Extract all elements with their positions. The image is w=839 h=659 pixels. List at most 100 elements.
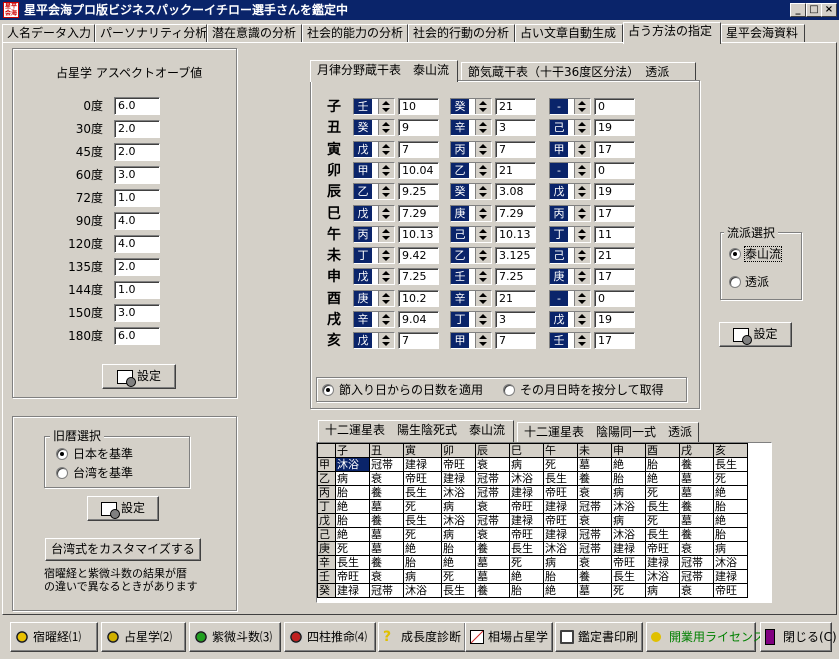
- days-input[interactable]: 17: [594, 332, 635, 350]
- tab-subconscious[interactable]: 潜在意識の分析: [207, 24, 302, 43]
- days-input[interactable]: 10.2: [398, 289, 439, 307]
- unsei-cell[interactable]: 胎: [713, 499, 748, 514]
- spin-arrows-icon[interactable]: [574, 141, 590, 157]
- days-input[interactable]: 7.29: [398, 204, 439, 222]
- stem-spinner[interactable]: 癸: [353, 119, 395, 137]
- spin-arrows-icon[interactable]: [378, 290, 394, 306]
- stem-spinner[interactable]: 辛: [353, 311, 395, 328]
- spin-arrows-icon[interactable]: [378, 333, 394, 349]
- growth-diagnosis-button[interactable]: ? 成長度診断: [378, 622, 466, 652]
- unsei-cell[interactable]: 胎: [645, 457, 680, 472]
- tab-zokan-toha[interactable]: 節気蔵干表（十干36度区分法） 透派: [461, 62, 696, 82]
- shibi-button[interactable]: 紫微斗数⑶: [189, 622, 281, 652]
- unsei-cell[interactable]: 建禄: [543, 527, 578, 542]
- maximize-button[interactable]: □: [806, 3, 822, 17]
- unsei-cell[interactable]: 帝旺: [509, 527, 544, 542]
- unsei-cell[interactable]: 墓: [577, 457, 612, 472]
- spin-arrows-icon[interactable]: [574, 120, 590, 136]
- unsei-cell[interactable]: 養: [577, 569, 612, 584]
- days-input[interactable]: 7: [495, 332, 536, 350]
- unsei-cell[interactable]: 衰: [679, 583, 714, 598]
- stem-spinner[interactable]: 戊: [549, 183, 591, 201]
- stem-spinner[interactable]: 丁: [549, 225, 591, 243]
- stem-spinner[interactable]: 己: [549, 119, 591, 137]
- license-button[interactable]: 開業用ライセンス: [646, 622, 765, 652]
- stem-spinner[interactable]: 庚: [353, 289, 395, 307]
- unsei-cell[interactable]: 衰: [475, 457, 510, 472]
- unsei-cell[interactable]: 養: [577, 471, 612, 486]
- unsei-cell[interactable]: 病: [611, 513, 646, 528]
- unsei-cell[interactable]: 絶: [543, 583, 578, 598]
- unsei-cell[interactable]: 長生: [509, 541, 544, 556]
- spin-arrows-icon[interactable]: [475, 99, 491, 114]
- unsei-cell[interactable]: 病: [611, 485, 646, 500]
- days-input[interactable]: 3.08: [495, 183, 536, 201]
- days-input[interactable]: 10: [398, 98, 439, 115]
- calendar-taiwan-radio[interactable]: [56, 467, 68, 479]
- shichu-button[interactable]: 四柱推命⑷: [284, 622, 376, 652]
- unsei-cell[interactable]: 病: [403, 569, 442, 584]
- stem-spinner[interactable]: 戊: [353, 332, 395, 350]
- spin-arrows-icon[interactable]: [475, 162, 491, 178]
- close-window-button[interactable]: ×: [821, 3, 837, 17]
- print-report-button[interactable]: 鑑定書印刷: [555, 622, 643, 652]
- unsei-cell[interactable]: 病: [543, 555, 578, 570]
- days-input[interactable]: 21: [495, 98, 536, 115]
- days-input[interactable]: 21: [594, 247, 635, 265]
- spin-arrows-icon[interactable]: [378, 141, 394, 157]
- unsei-cell[interactable]: 長生: [713, 457, 748, 472]
- unsei-cell[interactable]: 墓: [679, 471, 714, 486]
- unsei-cell[interactable]: 墓: [475, 555, 510, 570]
- unsei-cell[interactable]: 長生: [403, 513, 442, 528]
- stem-spinner[interactable]: 庚: [450, 204, 492, 222]
- aspect-orb-input[interactable]: 2.0: [114, 120, 160, 138]
- calendar-set-button[interactable]: 設定: [87, 496, 159, 521]
- zokan-proportional-radio[interactable]: [503, 384, 515, 396]
- unsei-cell[interactable]: 長生: [611, 569, 646, 584]
- unsei-cell[interactable]: 胎: [335, 485, 370, 500]
- days-input[interactable]: 3: [495, 311, 536, 328]
- spin-arrows-icon[interactable]: [378, 312, 394, 327]
- days-input[interactable]: 9.25: [398, 183, 439, 201]
- stem-spinner[interactable]: 辛: [450, 119, 492, 137]
- stem-spinner[interactable]: 癸: [450, 98, 492, 115]
- stem-spinner[interactable]: -: [549, 161, 591, 179]
- unsei-cell[interactable]: 冠帯: [369, 583, 404, 598]
- days-input[interactable]: 7: [398, 140, 439, 158]
- days-input[interactable]: 7.29: [495, 204, 536, 222]
- unsei-cell[interactable]: 建禄: [611, 541, 646, 556]
- unsei-cell[interactable]: 建禄: [441, 471, 476, 486]
- unsei-cell[interactable]: 墓: [577, 583, 612, 598]
- stem-spinner[interactable]: 乙: [353, 183, 395, 201]
- unsei-cell[interactable]: 養: [369, 485, 404, 500]
- days-input[interactable]: 7: [398, 332, 439, 350]
- unsei-cell[interactable]: 冠帯: [577, 499, 612, 514]
- spin-arrows-icon[interactable]: [378, 205, 394, 221]
- tab-unsei-toha[interactable]: 十二運星表 陰陽同一式 透派: [517, 422, 699, 442]
- days-input[interactable]: 19: [594, 183, 635, 201]
- stem-spinner[interactable]: 戊: [353, 204, 395, 222]
- unsei-cell[interactable]: 養: [369, 513, 404, 528]
- stem-spinner[interactable]: 丙: [549, 204, 591, 222]
- unsei-cell[interactable]: 絶: [611, 457, 646, 472]
- days-input[interactable]: 19: [594, 311, 635, 328]
- stem-spinner[interactable]: 甲: [549, 140, 591, 158]
- unsei-grid[interactable]: 子丑寅卯辰巳午未申酉戌亥甲沐浴 冠帯 建禄 帝旺衰病死墓絶胎養長生乙病衰帝旺 建禄 冠帯沐…: [316, 442, 772, 603]
- unsei-cell[interactable]: 養: [475, 541, 510, 556]
- spin-arrows-icon[interactable]: [574, 205, 590, 221]
- unsei-cell[interactable]: 死: [713, 471, 748, 486]
- aspect-orb-input[interactable]: 3.0: [114, 304, 160, 322]
- aspect-orb-input[interactable]: 6.0: [114, 327, 160, 345]
- unsei-cell[interactable]: 養: [369, 555, 404, 570]
- tab-divination-method[interactable]: 占う方法の指定: [623, 22, 721, 44]
- stem-spinner[interactable]: 丁: [353, 247, 395, 265]
- unsei-cell[interactable]: 長生: [335, 555, 370, 570]
- unsei-cell[interactable]: 養: [679, 527, 714, 542]
- unsei-cell[interactable]: 絶: [335, 527, 370, 542]
- unsei-cell[interactable]: 病: [713, 541, 748, 556]
- unsei-cell[interactable]: 建禄: [713, 569, 748, 584]
- spin-arrows-icon[interactable]: [475, 141, 491, 157]
- days-input[interactable]: 9: [398, 119, 439, 137]
- unsei-cell[interactable]: 沐浴: [335, 457, 370, 472]
- days-input[interactable]: 0: [594, 289, 635, 307]
